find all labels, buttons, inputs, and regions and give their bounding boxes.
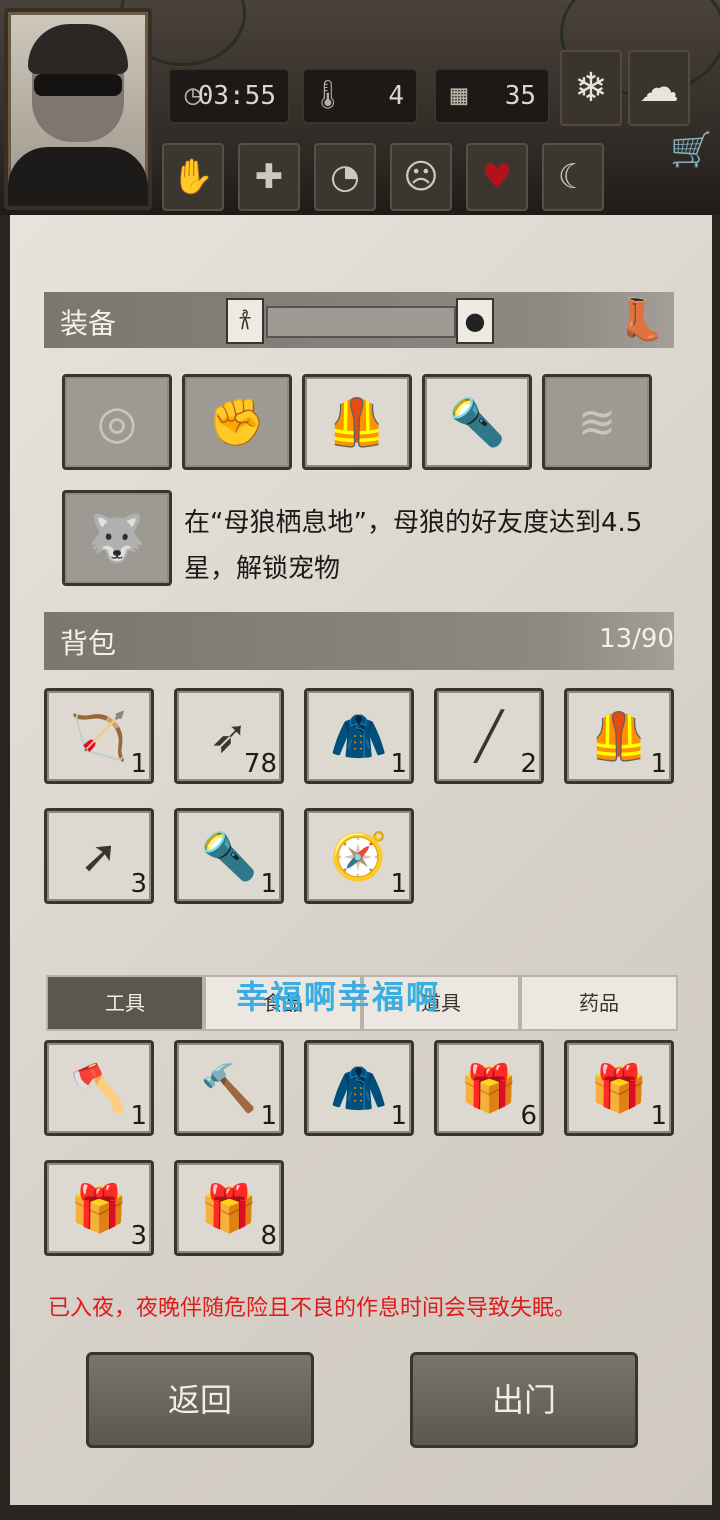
equip-slot-bag[interactable]: ≋ [542, 374, 652, 470]
storage-item[interactable]: 🎁 6 [434, 1040, 544, 1136]
storage-item[interactable]: 🎁 8 [174, 1160, 284, 1256]
backpack-item[interactable]: ➚ 3 [44, 808, 154, 904]
temperature-display: 🌡 4 [302, 68, 418, 124]
flashlight-icon: 🔦 [448, 395, 506, 449]
time-display: ◷ 03:55 [168, 68, 290, 124]
backpack-item[interactable]: 🏹 1 [44, 688, 154, 784]
equip-slot-hand[interactable]: ✊ [182, 374, 292, 470]
cloud-icon[interactable]: ☁ [628, 50, 690, 126]
backpack-item[interactable]: 🧭 1 [304, 808, 414, 904]
equipment-header: 装备 𐀪 ● 👢 [44, 292, 674, 348]
thermometer-icon: 🌡 [310, 78, 346, 111]
backpack-item[interactable]: 🦺 1 [564, 688, 674, 784]
snowflake-icon[interactable]: ❄ [560, 50, 622, 126]
body-weight-bar [266, 306, 456, 338]
storage-item[interactable]: 🪓 1 [44, 1040, 154, 1136]
backpack-item[interactable]: 🧥 1 [304, 688, 414, 784]
target-icon: ◎ [96, 395, 138, 449]
storage-item[interactable]: 🔨 1 [174, 1040, 284, 1136]
equipment-title: 装备 [60, 307, 117, 340]
watermark-text: 幸福啊幸福啊 [236, 978, 441, 1016]
armor-vest-icon: 🦺 [328, 395, 386, 449]
backpack-item[interactable]: ╱ 2 [434, 688, 544, 784]
fat-body-icon: ● [456, 298, 494, 344]
storage-item[interactable]: 🧥 1 [304, 1040, 414, 1136]
thin-body-icon: 𐀪 [226, 298, 264, 344]
bandage-hand-icon[interactable]: ✋ [162, 143, 224, 211]
pet-slot[interactable]: 🐺 [62, 490, 172, 586]
moon-sleep-icon[interactable]: ☾ [542, 143, 604, 211]
backpack-item[interactable]: 🔦 1 [174, 808, 284, 904]
character-portrait[interactable] [4, 8, 152, 210]
night-warning-text: 已入夜，夜晚伴随危险且不良的作息时间会导致失眠。 [48, 1296, 577, 1321]
cart-icon[interactable]: 🛒 [670, 130, 712, 170]
stomach-icon[interactable]: ◔ [314, 143, 376, 211]
heart-icon[interactable]: ♥ [466, 143, 528, 211]
equip-slot-weapon[interactable]: ◎ [62, 374, 172, 470]
backpack-header: 背包 13/90 [44, 612, 674, 670]
boot-icon[interactable]: 👢 [616, 296, 666, 343]
calendar-icon: ▦ [450, 78, 468, 111]
pet-unlock-text: 在“母狼栖息地”，母狼的好友度达到4.5星，解锁宠物 [184, 508, 643, 584]
backpack-capacity: 13/90 [599, 624, 674, 654]
tab-medicine[interactable]: 药品 [520, 975, 678, 1031]
backpack-title: 背包 [60, 627, 117, 660]
tab-tools[interactable]: 工具 [46, 975, 204, 1031]
mind-icon[interactable]: ☹ [390, 143, 452, 211]
storage-item[interactable]: 🎁 1 [564, 1040, 674, 1136]
backpack-item[interactable]: ➶ 78 [174, 688, 284, 784]
wood-logs-icon: ≋ [577, 395, 617, 449]
health-cross-icon[interactable]: ✚ [238, 143, 300, 211]
storage-item[interactable]: 🎁 3 [44, 1160, 154, 1256]
wolf-icon: 🐺 [88, 511, 146, 565]
day-counter: ▦ 35 [434, 68, 550, 124]
top-status-bar: ◷ 03:55 🌡 4 ▦ 35 ❄ ☁ ✋ ✚ ◔ ☹ ♥ ☾ 🛒 [0, 0, 720, 215]
equip-slot-tool[interactable]: 🔦 [422, 374, 532, 470]
equip-slot-body[interactable]: 🦺 [302, 374, 412, 470]
back-button[interactable]: 返回 [86, 1352, 314, 1448]
go-out-button[interactable]: 出门 [410, 1352, 638, 1448]
fist-icon: ✊ [208, 395, 266, 449]
